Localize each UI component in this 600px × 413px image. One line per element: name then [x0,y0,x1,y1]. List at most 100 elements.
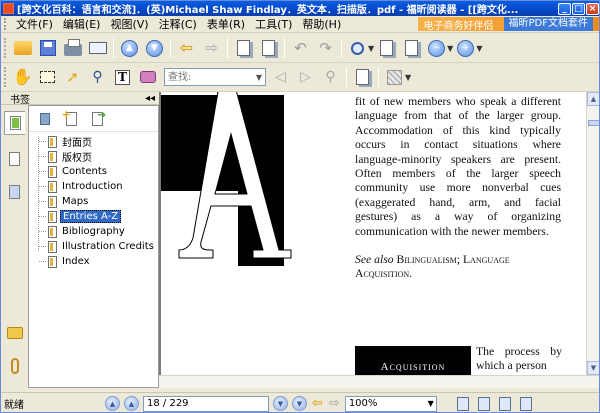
facing-view-icon[interactable] [498,396,511,411]
continuous-facing-view-icon[interactable] [519,396,532,411]
tab-comments[interactable] [4,321,25,345]
close-button[interactable]: × [586,2,599,15]
fit-page-button[interactable] [400,37,423,60]
ad-text-2[interactable]: 福昕PDF文档套件 [503,17,593,31]
find-prev-button[interactable]: ◁ [269,66,292,89]
bookmark-item[interactable]: Index [29,254,158,269]
minimize-button[interactable]: _ [558,2,571,15]
back-button[interactable]: ⇦ [175,37,198,60]
previous-page-button[interactable]: ▲ [124,396,139,411]
forward-arrow-icon[interactable]: ⇨ [329,396,340,411]
document-viewport[interactable]: A fit of new members who speak a differe… [159,92,599,388]
email-button[interactable] [86,37,109,60]
collapse-sidebar-icon[interactable]: ◂◂ [145,93,155,104]
back-arrow-icon[interactable]: ⇦ [312,396,323,411]
search-icon: ⚲ [325,69,336,85]
menu-tools[interactable]: 工具(T) [250,16,297,32]
chevron-down-icon[interactable]: ▼ [476,44,482,53]
chevron-down-icon[interactable]: ▼ [447,44,453,53]
toolbar-separator [346,67,347,87]
bookmark-item[interactable]: Introduction [29,179,158,194]
ad-banner[interactable]: 电子商务好伴侣 福昕PDF文档套件 [417,17,599,32]
save-button[interactable] [36,37,59,60]
tab-layers[interactable] [4,180,25,204]
print-button[interactable] [61,37,84,60]
menubar-grip[interactable] [4,18,7,30]
camera-icon [139,71,156,83]
add-bookmark-icon [62,108,77,126]
last-page-button[interactable]: ▼ [292,396,307,411]
forward-button[interactable]: ⇨ [200,37,223,60]
tab-attachments[interactable] [4,354,25,378]
find-next-button[interactable]: ▷ [294,66,317,89]
next-page-status-button[interactable]: ▼ [273,396,288,411]
background-button[interactable] [383,66,406,89]
menu-help[interactable]: 帮助(H) [297,16,346,32]
chevron-down-icon[interactable]: ▼ [368,44,374,53]
select-text-button[interactable] [36,66,59,89]
hand-tool-button[interactable]: ✋ [11,66,34,89]
toolbar-grip[interactable] [4,38,7,58]
horizontal-scrollbar[interactable] [159,375,599,388]
bookmark-item-selected[interactable]: Entries A-Z [29,209,158,224]
menu-view[interactable]: 视图(V) [105,16,153,32]
add-bookmark-button[interactable] [62,108,80,128]
menu-file[interactable]: 文件(F) [11,16,58,32]
delete-bookmark-button[interactable] [36,110,54,128]
continuous-view-icon[interactable] [477,396,490,411]
maximize-button[interactable]: □ [572,2,585,15]
bookmark-page-icon [48,255,57,268]
typewriter-button[interactable]: T [111,66,134,89]
cursor-icon: ➚ [66,67,79,86]
pdf-page[interactable]: A fit of new members who speak a differe… [161,92,586,375]
chevron-down-icon[interactable]: ▼ [253,73,265,82]
next-page-button[interactable]: ▼ [143,37,166,60]
chevron-down-icon[interactable]: ▼ [405,73,411,82]
zoom-tool-button[interactable] [346,37,369,60]
bookmark-item[interactable]: Maps [29,194,158,209]
vertical-scrollbar[interactable]: ▲ ▼ [586,92,599,375]
bookmark-item[interactable]: 版权页 [29,149,158,164]
bookmark-item[interactable]: 封面页 [29,134,158,149]
tab-bookmarks[interactable] [4,111,25,135]
actual-size-button[interactable] [375,37,398,60]
tab-pages[interactable] [4,147,25,171]
reflow-button[interactable] [351,66,374,89]
zoom-in-button[interactable]: + [454,37,477,60]
zoom-out-button[interactable]: − [425,37,448,60]
prev-page-button[interactable]: ▲ [118,37,141,60]
go-to-bookmark-button[interactable] [88,110,106,128]
extract-button[interactable] [257,37,280,60]
menu-form[interactable]: 表单(R) [202,16,250,32]
scroll-up-button[interactable]: ▲ [587,92,599,106]
bookmark-item[interactable]: Illustration Credits [29,239,158,254]
single-page-button[interactable] [232,37,255,60]
search-box[interactable]: ▼ [164,68,266,86]
find-button[interactable]: ⚲ [86,66,109,89]
bookmark-item[interactable]: Bibliography [29,224,158,239]
redo-button[interactable]: ↷ [314,37,337,60]
scroll-down-button[interactable]: ▼ [587,361,599,375]
single-page-view-icon[interactable] [456,396,469,411]
search-button[interactable]: ⚲ [319,66,342,89]
bookmark-item[interactable]: Contents [29,164,158,179]
first-page-button[interactable]: ▲ [105,396,120,411]
bookmark-label: Contents [62,166,107,177]
menu-edit[interactable]: 编辑(E) [58,16,106,32]
menu-comment[interactable]: 注释(C) [154,16,202,32]
save-icon [39,40,56,56]
page-number-field[interactable]: 18 / 229 [143,395,269,412]
select-annotation-button[interactable]: ➚ [61,66,84,89]
toolbar-grip[interactable] [4,67,7,87]
reflow-icon [356,69,369,85]
open-button[interactable] [11,37,34,60]
search-input[interactable] [165,69,253,85]
snapshot-button[interactable] [136,66,159,89]
toolbar-separator [227,38,228,58]
bookmark-page-icon [48,225,57,238]
scroll-thumb[interactable] [588,120,599,126]
undo-button[interactable]: ↶ [289,37,312,60]
ad-text-1[interactable]: 电子商务好伴侣 [424,17,494,32]
bookmark-label: 版权页 [62,153,92,164]
zoom-select[interactable]: 100% ▼ [344,395,437,412]
